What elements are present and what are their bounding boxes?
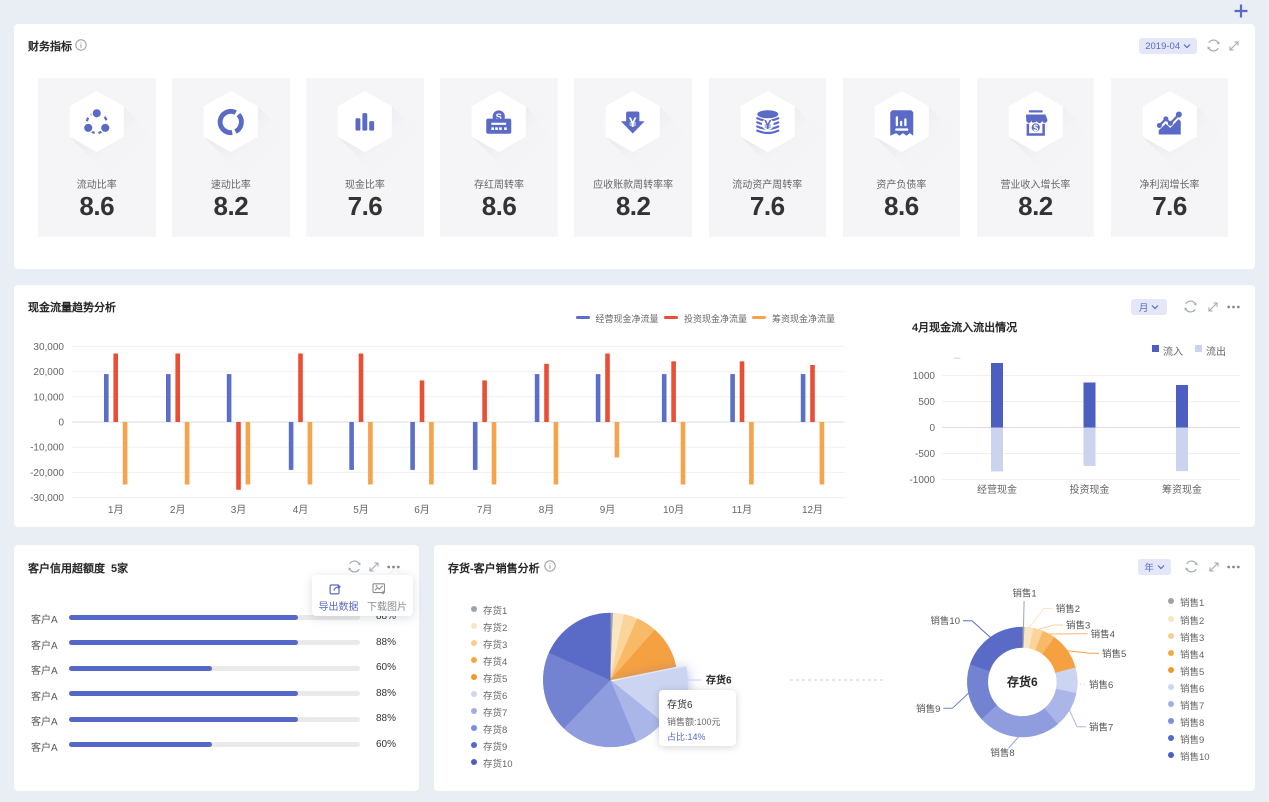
svg-text:11月: 11月	[732, 504, 752, 516]
svg-text:-20,000: -20,000	[30, 468, 64, 479]
svg-text:销售4: 销售4	[1091, 628, 1115, 640]
svg-text:10,000: 10,000	[33, 392, 64, 403]
svg-text:存货6: 存货6	[706, 674, 732, 687]
svg-text:销售6: 销售6	[1089, 679, 1113, 691]
svg-text:$: $	[1033, 123, 1038, 133]
svg-text:-500: -500	[915, 449, 935, 460]
svg-text:1月: 1月	[108, 504, 124, 516]
svg-text:7月: 7月	[477, 504, 493, 516]
svg-text:12月: 12月	[802, 504, 823, 516]
svg-text:¥: ¥	[764, 117, 772, 132]
svg-text:0: 0	[58, 418, 64, 429]
svg-text:3月: 3月	[231, 504, 247, 516]
svg-text:9月: 9月	[600, 504, 616, 516]
svg-text:筹资现金: 筹资现金	[1162, 483, 1202, 496]
svg-text:经营现金: 经营现金	[977, 483, 1017, 496]
svg-text:销售8: 销售8	[990, 747, 1014, 759]
svg-text:30,000: 30,000	[33, 342, 64, 353]
svg-text:5月: 5月	[353, 504, 369, 516]
svg-text:-30,000: -30,000	[30, 493, 64, 504]
svg-text:销售7: 销售7	[1089, 721, 1113, 733]
svg-text:10月: 10月	[663, 504, 684, 516]
svg-text:销售10: 销售10	[930, 615, 960, 627]
svg-text:4月: 4月	[293, 504, 309, 516]
svg-text:投资现金: 投资现金	[1070, 483, 1110, 496]
svg-text:1000: 1000	[913, 371, 936, 382]
svg-text:-10,000: -10,000	[30, 443, 64, 454]
svg-text:销售9: 销售9	[916, 703, 940, 715]
svg-text:¥: ¥	[629, 115, 637, 130]
svg-text:销售1: 销售1	[1012, 588, 1036, 600]
svg-text:销售3: 销售3	[1066, 620, 1090, 632]
svg-text:销售2: 销售2	[1056, 603, 1080, 615]
svg-text:2月: 2月	[170, 504, 186, 516]
svg-text:6月: 6月	[414, 504, 430, 516]
svg-text:8月: 8月	[539, 504, 555, 516]
svg-text:-1000: -1000	[909, 475, 935, 486]
svg-text:500: 500	[918, 397, 935, 408]
svg-text:存货6: 存货6	[1006, 674, 1038, 689]
svg-text:20,000: 20,000	[33, 367, 64, 378]
svg-text:0: 0	[929, 423, 935, 434]
svg-text:销售5: 销售5	[1102, 648, 1126, 660]
